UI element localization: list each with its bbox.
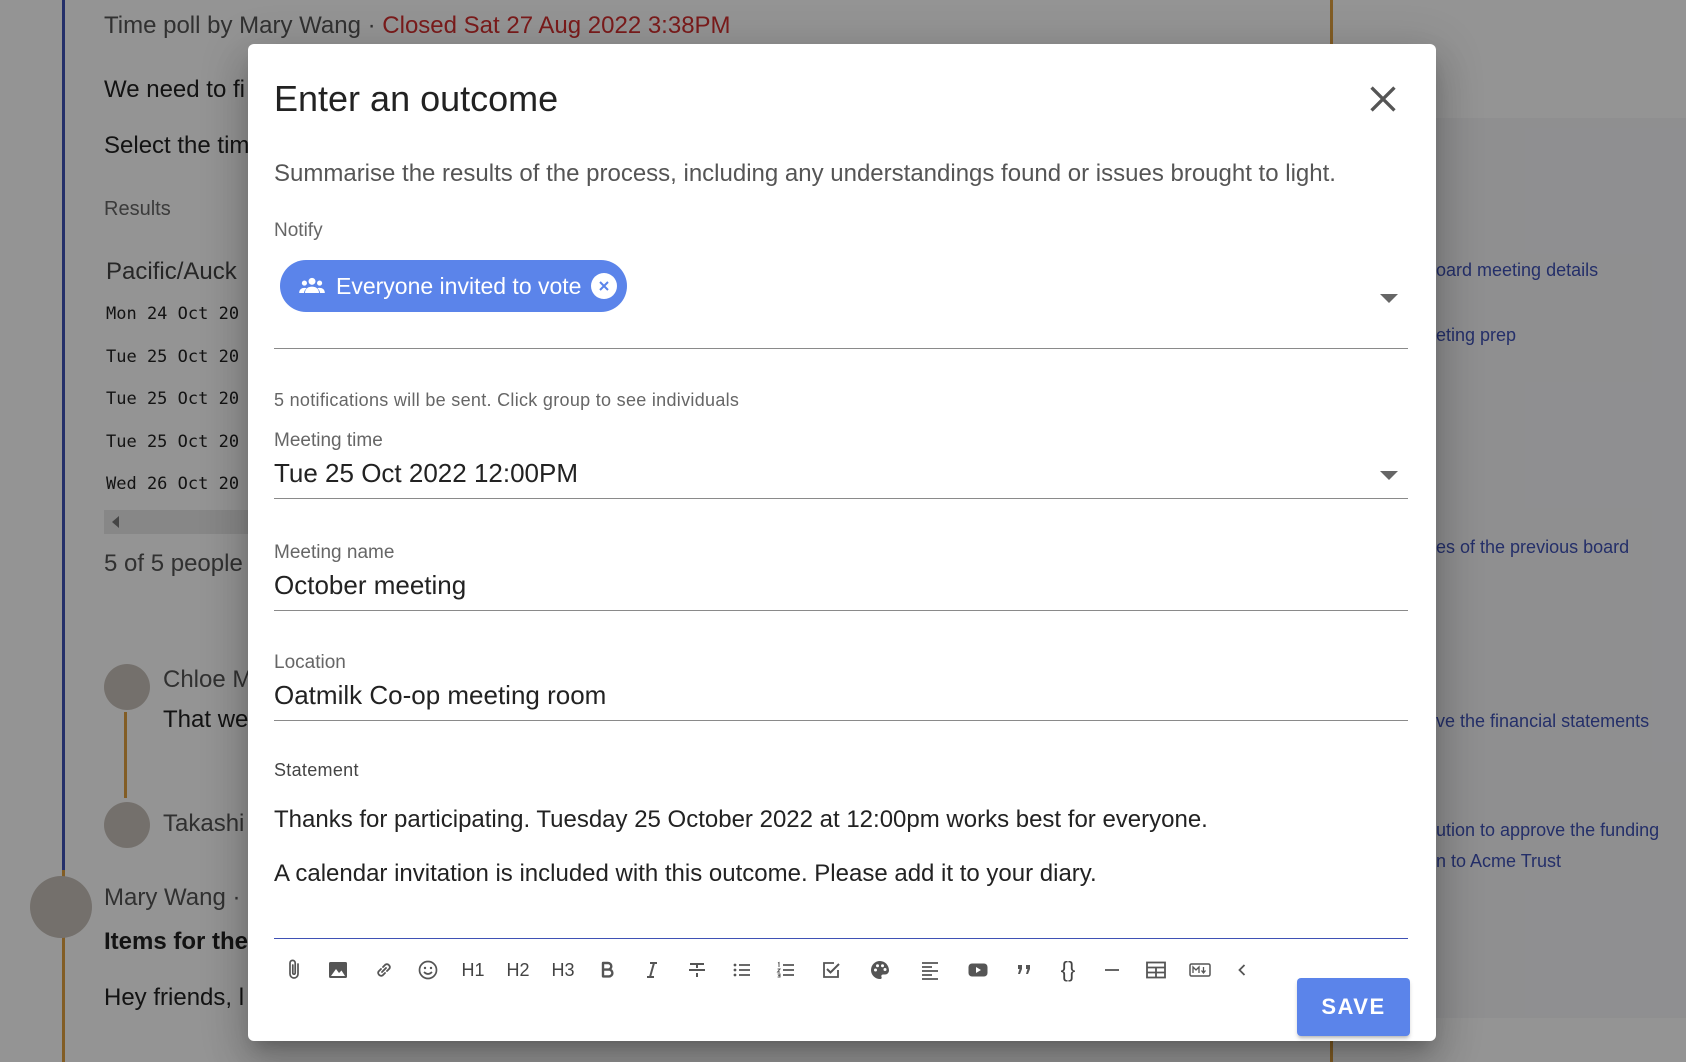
markdown-icon [1189, 963, 1211, 977]
markdown-button[interactable] [1180, 948, 1220, 992]
bold-button[interactable] [587, 948, 627, 992]
location-value: Oatmilk Co-op meeting room [274, 680, 607, 710]
strikethrough-button[interactable] [677, 948, 717, 992]
checkbox-icon [823, 962, 840, 978]
link-button[interactable] [364, 948, 404, 992]
italic-icon [647, 962, 657, 978]
editor-toolbar: H1 H2 H3 {} [274, 948, 1274, 992]
group-icon [299, 277, 325, 293]
table-button[interactable] [1136, 948, 1176, 992]
dialog-title: Enter an outcome [274, 78, 559, 119]
heading3-label: H3 [551, 959, 575, 980]
video-button[interactable] [958, 948, 998, 992]
collapse-toolbar-button[interactable] [1222, 948, 1262, 992]
heading1-button[interactable]: H1 [453, 948, 493, 992]
meeting-time-value: Tue 25 Oct 2022 12:00PM [274, 458, 579, 488]
horizontal-rule-button[interactable] [1092, 948, 1132, 992]
notify-label: Notify [274, 220, 323, 241]
chevron-down-icon[interactable] [1380, 294, 1398, 303]
italic-button[interactable] [632, 948, 672, 992]
paperclip-icon [289, 959, 299, 979]
image-icon [329, 962, 347, 978]
chevron-left-icon [1238, 964, 1246, 976]
meeting-time-label: Meeting time [274, 430, 383, 451]
close-icon [1370, 86, 1396, 112]
statement-label: Statement [274, 760, 359, 780]
bold-icon [601, 961, 614, 978]
heading2-label: H2 [506, 959, 530, 980]
save-button[interactable]: SAVE [1297, 978, 1410, 1036]
notify-chip-label: Everyone invited to vote [336, 272, 582, 299]
palette-icon [871, 961, 889, 979]
code-icon: {} [1060, 957, 1076, 982]
link-icon [377, 963, 391, 977]
statement-editor[interactable]: Thanks for participating. Tuesday 25 Oct… [274, 796, 1408, 939]
meeting-name-value: October meeting [274, 570, 467, 600]
strikethrough-icon [689, 963, 705, 977]
notify-field[interactable]: Everyone invited to vote [274, 242, 1408, 349]
heading1-label: H1 [461, 959, 485, 980]
numbered-list-button[interactable] [766, 948, 806, 992]
chip-remove-icon[interactable] [591, 273, 618, 299]
outcome-dialog: Enter an outcome Summarise the results o… [248, 44, 1436, 1041]
bullet-list-icon [733, 963, 750, 977]
notify-chip[interactable]: Everyone invited to vote [280, 260, 628, 312]
align-left-icon [922, 962, 938, 980]
numbered-list-icon [776, 961, 794, 978]
statement-line: A calendar invitation is included with t… [274, 860, 1097, 887]
dialog-intro: Summarise the results of the process, in… [274, 160, 1336, 187]
notify-helper-text: 5 notifications will be sent. Click grou… [274, 390, 740, 410]
table-icon [1146, 961, 1166, 979]
horizontal-rule-icon [1105, 969, 1119, 971]
location-input[interactable]: Oatmilk Co-op meeting room [274, 674, 1408, 721]
meeting-time-select[interactable]: Tue 25 Oct 2022 12:00PM [274, 452, 1408, 499]
align-button[interactable] [910, 948, 950, 992]
quote-button[interactable] [1004, 948, 1044, 992]
checklist-button[interactable] [811, 948, 851, 992]
meeting-name-label: Meeting name [274, 542, 395, 563]
image-button[interactable] [318, 948, 358, 992]
color-button[interactable] [860, 948, 900, 992]
chevron-down-icon[interactable] [1380, 471, 1398, 480]
bullet-list-button[interactable] [722, 948, 762, 992]
emoji-icon [418, 960, 438, 980]
emoji-button[interactable] [408, 948, 448, 992]
attach-button[interactable] [274, 948, 314, 992]
location-label: Location [274, 652, 346, 673]
quote-icon [1018, 965, 1030, 974]
meeting-name-input[interactable]: October meeting [274, 564, 1408, 611]
heading2-button[interactable]: H2 [498, 948, 538, 992]
code-button[interactable]: {} [1048, 948, 1088, 992]
close-button[interactable] [1358, 74, 1408, 124]
video-icon [968, 963, 988, 977]
statement-line: Thanks for participating. Tuesday 25 Oct… [274, 806, 1208, 833]
heading3-button[interactable]: H3 [543, 948, 583, 992]
